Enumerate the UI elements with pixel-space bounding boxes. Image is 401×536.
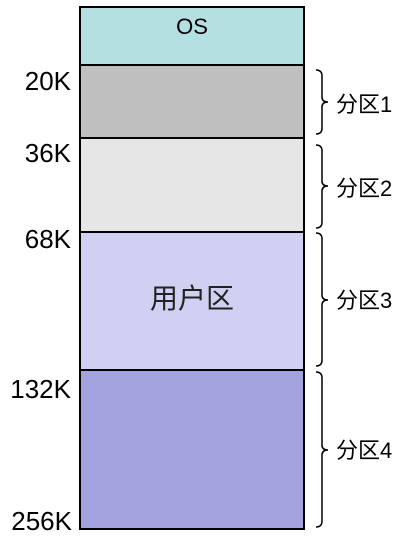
- brace-partition-3: [315, 232, 329, 367]
- address-label: 256K: [11, 506, 72, 536]
- brace-partition-4: [315, 371, 329, 528]
- partition-label: 分区2: [336, 176, 392, 201]
- brace-partition-1: [315, 69, 329, 135]
- memory-block-partition-4: [79, 369, 305, 530]
- memory-partition-diagram: OS 用户区 20K 36K 68K 132K 256K 分区1 分区2 分区3…: [10, 6, 392, 536]
- brace-partition-2: [315, 144, 329, 229]
- address-label: 132K: [10, 374, 71, 404]
- user-area-label: 用户区: [150, 283, 234, 314]
- address-label: 36K: [25, 138, 72, 168]
- address-label: 68K: [25, 224, 72, 254]
- partition-label: 分区1: [336, 92, 392, 117]
- memory-block-partition-1: [79, 64, 305, 139]
- memory-block-partition-2: [79, 137, 305, 233]
- partition-label: 分区4: [336, 438, 392, 463]
- partition-label: 分区3: [336, 288, 392, 313]
- os-label: OS: [176, 14, 208, 39]
- address-label: 20K: [25, 66, 72, 96]
